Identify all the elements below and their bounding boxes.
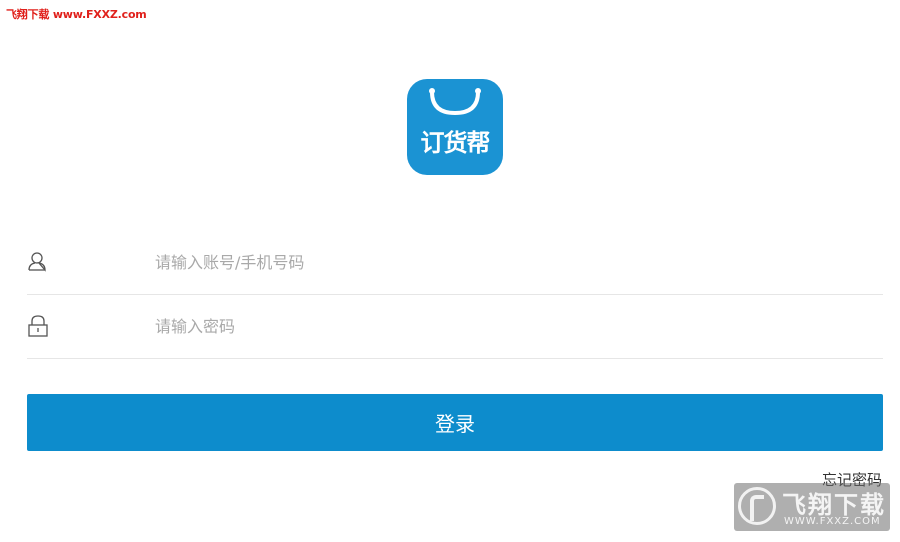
watermark-top: 飞翔下载 www.FXXZ.com — [6, 8, 147, 21]
watermark-name: 飞翔下载 — [782, 491, 886, 519]
app-logo: 订货帮 — [407, 79, 503, 175]
account-input[interactable] — [153, 246, 855, 278]
user-icon — [28, 252, 46, 272]
password-field-row — [27, 294, 883, 359]
watermark-url: WWW.FXXZ.COM — [784, 516, 881, 527]
watermark-logo-icon — [738, 487, 776, 525]
login-button[interactable]: 登录 — [27, 394, 883, 451]
watermark-badge: 飞翔下载 WWW.FXXZ.COM — [734, 483, 890, 531]
login-page: 飞翔下载 www.FXXZ.com 订货帮 登录 忘记密码 飞翔下载 WWW.F… — [0, 0, 900, 542]
account-field-row — [27, 230, 883, 295]
password-input[interactable] — [153, 310, 855, 342]
app-logo-text: 订货帮 — [420, 129, 491, 157]
lock-icon — [28, 315, 48, 337]
